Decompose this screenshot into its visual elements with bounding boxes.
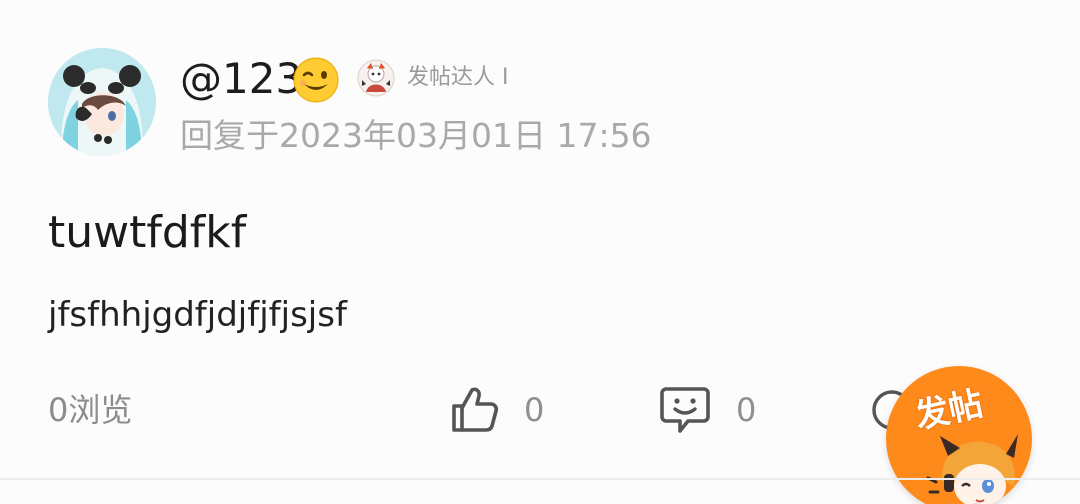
comment-button[interactable]: 0 [658,380,756,440]
like-button[interactable]: 0 [448,380,544,440]
reply-timestamp: 回复于2023年03月01日 17:56 [180,116,652,155]
create-post-fab[interactable]: 发帖 [886,366,1032,504]
post-body: jfsfhhjgdfjdjfjfjsjsf [48,295,347,335]
comment-count: 0 [736,391,757,429]
poster-badge-icon [357,59,395,97]
comment-icon [660,387,710,433]
post-title: tuwtfdfkf [48,207,247,258]
badge-label: 发帖达人 I [407,65,509,90]
reply-card: @123 发帖达人 I 回复于2023年03月01日 17:56 tuwtfdf… [0,0,1080,504]
bottom-divider [0,478,1080,480]
winking-face-emoji-icon [293,57,339,103]
like-count: 0 [524,391,545,429]
view-count: 0浏览 [48,391,133,429]
mascot-character-icon [926,434,1018,504]
panda-avatar-icon [48,48,156,156]
username[interactable]: @123 [180,54,302,104]
thumbs-up-icon [452,387,499,432]
user-avatar[interactable] [48,48,156,156]
